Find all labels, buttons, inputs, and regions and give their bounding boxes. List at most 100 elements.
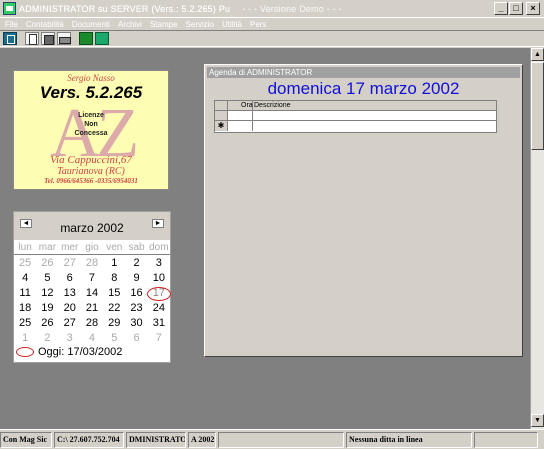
scroll-up-icon[interactable]: ▲ (531, 48, 544, 61)
calendar-day[interactable]: 22 (103, 301, 125, 316)
calendar-day[interactable]: 18 (14, 301, 36, 316)
agenda-cell-ora[interactable] (228, 121, 253, 131)
calendar-day[interactable]: 8 (103, 271, 125, 286)
calendar-week: 25 26 27 28 29 30 31 (14, 316, 170, 331)
status-panel-user: DMINISTRATO) (126, 431, 186, 448)
calendar-day[interactable]: 2 (36, 331, 58, 346)
calendar-day[interactable]: 27 (59, 316, 81, 331)
calendar-day[interactable]: 19 (36, 301, 58, 316)
calendar-day[interactable]: 11 (14, 286, 36, 301)
calendar-grid: 25 26 27 28 1 2 3 4 5 6 7 8 9 10 11 12 13 14 15 16 17 18 19 20 2… (14, 256, 171, 346)
save-icon[interactable] (41, 32, 55, 45)
scroll-down-icon[interactable]: ▼ (531, 414, 544, 427)
calendar-day[interactable]: 5 (36, 271, 58, 286)
menu-archivi[interactable]: Archivi (115, 20, 145, 29)
calendar-day[interactable]: 3 (148, 256, 170, 271)
license-logo-panel: AZ Sergio Nasso Vers. 5.2.265 Licenze No… (13, 70, 169, 190)
calendar-day[interactable]: 7 (148, 331, 170, 346)
agenda-row[interactable] (215, 111, 496, 121)
exit-icon[interactable] (3, 32, 17, 45)
calendar-day[interactable]: 12 (36, 286, 58, 301)
calendar-day[interactable]: 9 (125, 271, 147, 286)
maximize-button[interactable]: □ (509, 2, 523, 15)
status-panel-mode: Con Mag Sic (0, 431, 52, 448)
status-panel-company: Nessuna ditta in linea (346, 431, 472, 448)
print-icon[interactable] (57, 32, 71, 45)
calendar-day[interactable]: 29 (103, 316, 125, 331)
agenda-title-bar[interactable]: Agenda di ADMINISTRATOR (207, 67, 520, 78)
calendar-day[interactable]: 16 (125, 286, 147, 301)
menu-documenti[interactable]: Documenti (69, 20, 113, 29)
calendar-day[interactable]: 1 (14, 331, 36, 346)
calendar-day[interactable]: 4 (14, 271, 36, 286)
calendar-week: 18 19 20 21 22 23 24 (14, 301, 170, 316)
calendar-day[interactable]: 30 (125, 316, 147, 331)
status-panel-disk: C:\ 27.607.752.704 (54, 431, 124, 448)
calendar-day[interactable]: 6 (125, 331, 147, 346)
minimize-button[interactable]: _ (494, 2, 508, 15)
menu-contabilita[interactable]: Contabilità (23, 20, 67, 29)
column-descrizione[interactable]: Descrizione (253, 101, 496, 110)
agenda-grid-header: Ora Descrizione (215, 101, 496, 111)
agenda-new-row[interactable]: ✱ (215, 121, 496, 131)
logo-address1: Via Cappuccini,67 (50, 154, 132, 166)
column-ora[interactable]: Ora (228, 101, 253, 110)
calendar-week: 4 5 6 7 8 9 10 (14, 271, 170, 286)
menu-pers[interactable]: Pers (247, 20, 269, 29)
menu-bar: File Contabilità Documenti Archivi Stamp… (0, 18, 544, 30)
menu-servizio[interactable]: Servizio (183, 20, 217, 29)
calendar-day[interactable]: 5 (103, 331, 125, 346)
calendar-day[interactable]: 2 (125, 256, 147, 271)
next-month-button[interactable]: ► (152, 219, 164, 228)
today-circle-icon (16, 347, 34, 357)
calendar-day[interactable]: 25 (14, 256, 36, 271)
calendar-day[interactable]: 28 (81, 316, 103, 331)
agenda-grid[interactable]: Ora Descrizione ✱ (214, 100, 497, 133)
calendar-day[interactable]: 24 (148, 301, 170, 316)
calendar-day[interactable]: 21 (81, 301, 103, 316)
agenda-date-heading: domenica 17 marzo 2002 (267, 79, 460, 98)
calendar-day[interactable]: 26 (36, 256, 58, 271)
agenda-cell-descrizione[interactable] (253, 111, 496, 120)
calendar-day[interactable]: 6 (59, 271, 81, 286)
day-name: dom (149, 242, 169, 253)
calendar-week: 25 26 27 28 1 2 3 (14, 256, 170, 271)
calendar-day[interactable]: 14 (81, 286, 103, 301)
day-name: sab (128, 242, 145, 253)
calendar-day-today[interactable]: 17 (146, 286, 171, 301)
calendar-day[interactable]: 28 (81, 256, 103, 271)
agenda-cell-ora[interactable] (228, 111, 253, 120)
scroll-thumb[interactable] (531, 62, 544, 150)
window-title-suffix: - - - Versione Demo - - - (242, 3, 342, 14)
license-line1: Licenze (78, 112, 104, 119)
new-document-icon[interactable] (25, 32, 39, 45)
app-icon[interactable] (3, 2, 16, 15)
month-calendar: ◄ marzo 2002 ► lun mar mer gio ven sab d… (13, 211, 171, 363)
back-icon[interactable] (79, 32, 93, 45)
calculator-icon[interactable] (95, 32, 109, 45)
logo-version: Vers. 5.2.265 (39, 83, 143, 102)
calendar-day[interactable]: 26 (36, 316, 58, 331)
day-name: gio (85, 242, 99, 253)
calendar-day[interactable]: 7 (81, 271, 103, 286)
new-row-marker[interactable]: ✱ (215, 121, 228, 131)
agenda-cell-descrizione[interactable] (253, 121, 496, 131)
calendar-day[interactable]: 3 (59, 331, 81, 346)
calendar-day[interactable]: 31 (148, 316, 170, 331)
calendar-day[interactable]: 10 (148, 271, 170, 286)
vertical-scrollbar[interactable]: ▲ ▼ (530, 48, 544, 429)
calendar-day[interactable]: 23 (125, 301, 147, 316)
row-selector[interactable] (215, 111, 228, 120)
calendar-day[interactable]: 15 (103, 286, 125, 301)
calendar-day[interactable]: 1 (103, 256, 125, 271)
calendar-day[interactable]: 27 (59, 256, 81, 271)
close-button[interactable]: × (526, 2, 540, 15)
calendar-day[interactable]: 13 (59, 286, 81, 301)
menu-utilita[interactable]: Utilità (219, 20, 245, 29)
calendar-today-footer[interactable]: Oggi: 17/03/2002 (16, 346, 122, 358)
calendar-day[interactable]: 4 (81, 331, 103, 346)
calendar-day[interactable]: 20 (59, 301, 81, 316)
menu-file[interactable]: File (2, 20, 21, 29)
calendar-day[interactable]: 25 (14, 316, 36, 331)
menu-stampe[interactable]: Stampe (147, 20, 181, 29)
